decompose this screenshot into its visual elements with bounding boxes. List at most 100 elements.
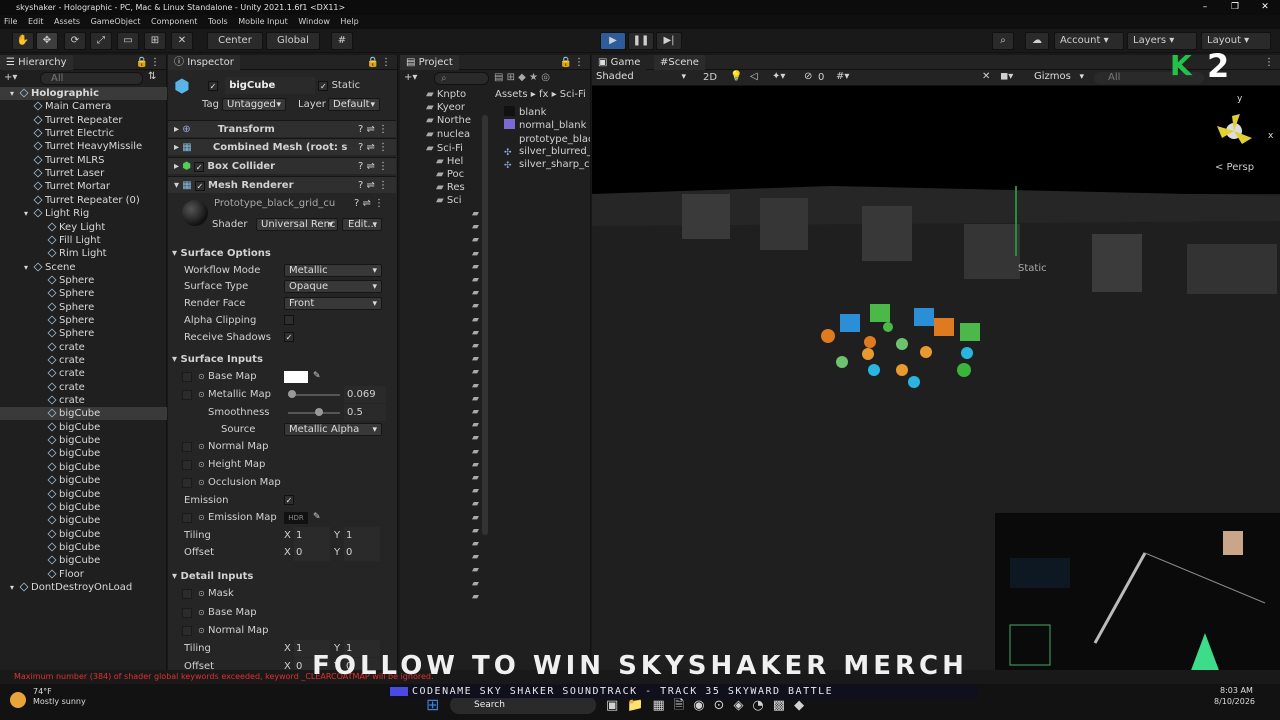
tab-inspector[interactable]: ⓘ Inspector [168,55,240,70]
close-icon[interactable]: ✕ [1250,0,1280,15]
hierarchy-item[interactable]: bigCube [0,488,167,501]
hierarchy-item[interactable]: ▾ Scene [0,261,167,274]
more-icon[interactable]: ⋮ [1264,55,1274,70]
property-dropdown[interactable]: Metallic Alpha [284,423,382,436]
folder-icon[interactable]: ▰ [472,381,479,391]
texture-slot-icon[interactable] [182,372,192,382]
tab-hierarchy[interactable]: ☰ Hierarchy [0,55,73,70]
surface-options-header[interactable]: ▾ Surface Options [172,245,400,262]
hierarchy-item[interactable]: Main Camera [0,100,167,113]
texture-slot-icon[interactable] [182,589,192,599]
breadcrumb-assets[interactable]: Assets [495,89,528,100]
hierarchy-item[interactable]: bigCube [0,407,167,421]
project-file[interactable]: ✣ silver_sharp_cu [504,159,590,171]
project-file[interactable]: blank [504,106,590,118]
sort-icon[interactable]: ⇅ [148,71,156,82]
menu-component[interactable]: Component [151,17,197,26]
project-folder[interactable]: ▰ Sci [436,195,482,206]
project-folder[interactable]: ▰ Kyeor [426,102,482,113]
hierarchy-item[interactable]: ▾ Holographic [0,87,167,100]
cloud-icon[interactable]: ☁ [1025,32,1049,50]
folder-icon[interactable]: ▰ [472,328,479,338]
folder-icon[interactable]: ▰ [472,526,479,536]
project-file[interactable]: prototype_blac [504,133,590,145]
menu-file[interactable]: File [4,17,17,26]
property-dropdown[interactable]: Front [284,297,382,310]
folder-icon[interactable]: ▰ [472,565,479,575]
2d-toggle[interactable]: 2D [703,72,717,83]
folder-icon[interactable]: ▰ [472,513,479,523]
hierarchy-item[interactable]: Turret Laser [0,167,167,180]
taskbar-search[interactable]: Search [450,696,596,714]
component-mesh-renderer[interactable]: ▾ ▦ ✓ Mesh Renderer? ⇌ ⋮ [168,176,396,193]
folder-icon[interactable]: ▰ [472,407,479,417]
vector-field[interactable]: 1 [344,527,380,544]
pivot-global-button[interactable]: Global [266,32,320,50]
component-menu-icon[interactable]: ? ⇌ ⋮ [358,139,388,156]
folder-icon[interactable]: ▰ [472,209,479,219]
minimize-icon[interactable]: – [1190,0,1220,15]
component-menu-icon[interactable]: ? ⇌ ⋮ [358,177,388,194]
color-picker-icon[interactable]: ✎ [313,509,321,526]
section-header[interactable]: ▾ Surface Inputs [172,351,400,368]
folder-icon[interactable]: ▰ [472,394,479,404]
hierarchy-item[interactable]: ▾ DontDestroyOnLoad [0,581,167,594]
component-box-collider[interactable]: ▸ ⬢ ✓ Box Collider? ⇌ ⋮ [168,157,396,174]
weather-icon[interactable] [10,692,26,708]
lock-icon[interactable]: 🔒 [367,55,379,70]
pause-icon[interactable]: ❚❚ [628,32,654,50]
custom-tool-icon[interactable]: ✕ [171,32,193,50]
hierarchy-item[interactable]: bigCube [0,474,167,487]
hierarchy-item[interactable]: ▾ Light Rig [0,207,167,220]
hierarchy-item[interactable]: crate [0,381,167,394]
folder-icon[interactable]: ▰ [472,539,479,549]
folder-icon[interactable]: ▰ [472,262,479,272]
grid-snap-icon[interactable]: # [331,32,353,50]
mesh-renderer-checkbox[interactable]: ✓ [194,181,205,191]
texture-slot-icon[interactable] [182,442,192,452]
folder-icon[interactable]: ▰ [472,341,479,351]
layer-dropdown[interactable]: Default [328,98,380,111]
object-picker-icon[interactable]: ⊙ [198,386,205,403]
menu-mobile-input[interactable]: Mobile Input [238,17,288,26]
texture-slot-icon[interactable] [182,478,192,488]
menu-help[interactable]: Help [340,17,358,26]
rect-tool-icon[interactable]: ▭ [117,32,139,50]
lock-icon[interactable]: 🔒 [136,55,148,70]
box-collider-checkbox[interactable]: ✓ [194,162,205,172]
menu-window[interactable]: Window [298,17,330,26]
active-checkbox[interactable]: ✓ [208,81,218,91]
property-checkbox[interactable]: ✓ [284,332,294,342]
taskbar-app-icons[interactable]: ▣📁▦🗎◉⊙◈◔▩◆ [606,696,813,718]
slider-handle[interactable] [287,390,296,398]
breadcrumb-fx[interactable]: fx [539,89,548,100]
folder-icon[interactable]: ▰ [472,592,479,602]
project-search-input[interactable]: ⌕ [434,72,489,85]
project-folder[interactable]: ▰ Hel [436,156,482,167]
menu-edit[interactable]: Edit [28,17,44,26]
lock-icon[interactable]: 🔒 [560,55,572,70]
hierarchy-item[interactable]: bigCube [0,528,167,541]
hierarchy-item[interactable]: crate [0,394,167,407]
camera-icon[interactable]: ◼▾ [1000,71,1013,82]
folder-icon[interactable]: ▰ [472,235,479,245]
tab-scene[interactable]: #Scene [654,55,705,70]
effects-icon[interactable]: ✦▾ [772,71,785,82]
play-icon[interactable]: ▶ [600,32,626,50]
add-icon[interactable]: +▾ [4,72,17,83]
object-picker-icon[interactable]: ⊙ [198,456,205,473]
hierarchy-item[interactable]: Turret HeavyMissile [0,140,167,153]
component-combined-mesh[interactable]: ▸ ▦ Combined Mesh (root: s? ⇌ ⋮ [168,138,396,155]
hierarchy-item[interactable]: Turret Repeater (0) [0,194,167,207]
color-picker-icon[interactable]: ✎ [313,368,321,385]
object-picker-icon[interactable]: ⊙ [198,604,205,621]
project-file[interactable]: normal_blank [504,119,590,131]
project-folder[interactable]: ▰ Northe [426,115,482,126]
hierarchy-item[interactable]: Key Light [0,221,167,234]
tab-game[interactable]: ▣ Game [592,55,647,70]
object-picker-icon[interactable]: ⊙ [198,585,205,602]
tools-icon[interactable]: ✕ [982,71,990,82]
move-tool-icon[interactable]: ✥ [36,32,58,50]
folder-icon[interactable]: ▰ [472,579,479,589]
component-menu-icon[interactable]: ? ⇌ ⋮ [358,121,388,138]
